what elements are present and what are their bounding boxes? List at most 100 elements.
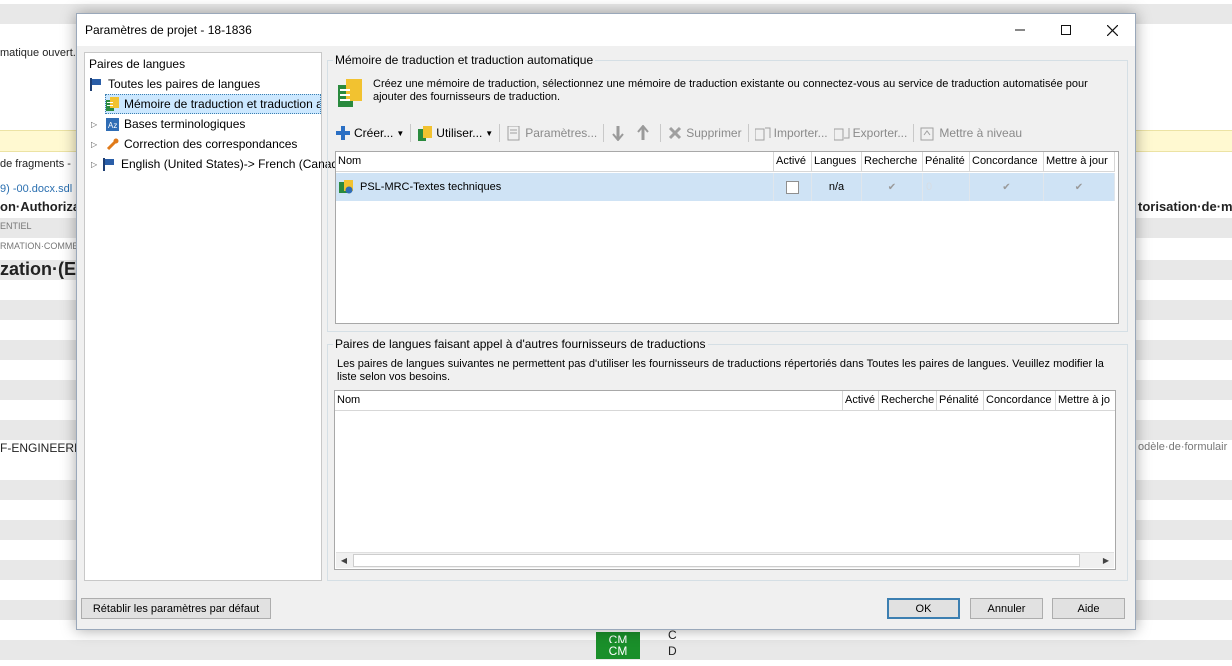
upgrade-icon	[920, 125, 936, 141]
tm-penalty-cell: 0	[923, 173, 970, 201]
column-header-concordance[interactable]: Concordance	[984, 391, 1056, 410]
tm-penalty[interactable]: 0	[926, 181, 932, 193]
project-settings-dialog: Paramètres de projet - 18-1836 Paires de…	[76, 13, 1136, 630]
bg-link[interactable]: 9) -00.docx.sdl	[0, 183, 72, 195]
delete-button[interactable]: Supprimer	[667, 125, 742, 141]
move-up-button[interactable]	[635, 125, 654, 141]
close-button[interactable]	[1089, 14, 1135, 46]
arrow-down-icon	[610, 125, 626, 141]
tm-grid-header: Nom Activé Langues Recherche Pénalité Co…	[336, 152, 1115, 172]
svg-text:Az: Az	[108, 121, 117, 130]
flag-icon	[89, 77, 103, 91]
scroll-right-icon[interactable]: ▶	[1098, 556, 1114, 565]
concordance-checkbox[interactable]: ✔	[1000, 181, 1013, 194]
use-button[interactable]: Utiliser... ▼	[417, 125, 493, 141]
lp-grid: Nom Activé Recherche Pénalité Concordanc…	[334, 390, 1116, 570]
bg-text: ENTIEL	[0, 221, 32, 231]
status-badge: CM	[596, 643, 640, 659]
flag-icon	[102, 157, 116, 171]
bg-text: D	[668, 644, 677, 658]
toolbar-separator	[747, 124, 749, 142]
translation-memory-large-icon	[338, 79, 364, 110]
toolbar-separator	[913, 124, 915, 142]
dropdown-arrow-icon[interactable]: ▼	[485, 129, 493, 138]
plus-icon	[335, 125, 351, 141]
bg-text: on·Authoriza	[0, 199, 81, 214]
lp-description: Les paires de langues suivantes ne perme…	[337, 358, 1104, 383]
ok-button[interactable]: OK	[887, 598, 960, 619]
enabled-checkbox[interactable]	[786, 180, 799, 194]
tm-lookup-cell: ✔	[862, 173, 923, 201]
create-label: Créer...	[354, 126, 394, 140]
tree-item-label: Mémoire de traduction et traduction a	[124, 97, 321, 111]
scrollbar-thumb[interactable]	[353, 554, 1080, 567]
tree-item-language-pairs[interactable]: Paires de langues	[89, 55, 185, 73]
delete-x-icon	[667, 125, 683, 141]
bg-text: matique ouvert.	[0, 47, 76, 59]
create-button[interactable]: Créer... ▼	[335, 125, 404, 141]
export-button[interactable]: Exporter...	[833, 125, 907, 141]
expand-icon[interactable]: ▷	[91, 160, 101, 169]
column-header-enabled[interactable]: Activé	[774, 152, 812, 171]
toolbar-separator	[660, 124, 662, 142]
bg-text: torisation·de·mo	[1138, 199, 1232, 214]
use-label: Utiliser...	[436, 126, 483, 140]
wrench-icon	[105, 137, 119, 151]
settings-button[interactable]: Paramètres...	[506, 125, 597, 141]
lookup-checkbox[interactable]: ✔	[886, 181, 899, 194]
import-button[interactable]: Importer...	[754, 125, 828, 141]
column-header-penalty[interactable]: Pénalité	[923, 152, 970, 171]
move-down-button[interactable]	[610, 125, 629, 141]
column-header-penalty[interactable]: Pénalité	[937, 391, 984, 410]
maximize-button[interactable]	[1043, 14, 1089, 46]
column-header-languages[interactable]: Langues	[812, 152, 862, 171]
lp-section-title: Paires de langues faisant appel à d'autr…	[333, 337, 708, 351]
column-header-enabled[interactable]: Activé	[843, 391, 879, 410]
bg-text: RMATION·COMME	[0, 241, 79, 251]
update-checkbox[interactable]: ✔	[1073, 181, 1086, 194]
column-header-name[interactable]: Nom	[335, 391, 843, 410]
termbase-icon: Az	[105, 117, 119, 131]
upgrade-button[interactable]: Mettre à niveau	[920, 125, 1022, 141]
cancel-button[interactable]: Annuler	[970, 598, 1043, 619]
file-tm-icon	[339, 180, 355, 194]
tm-description: Créez une mémoire de traduction, sélecti…	[373, 78, 1088, 103]
bg-text: de fragments -	[0, 158, 71, 170]
tm-name: PSL-MRC-Textes techniques	[360, 181, 502, 193]
close-icon	[1106, 24, 1118, 36]
import-icon	[754, 125, 771, 141]
tm-enabled-cell	[774, 173, 812, 201]
tree-item-label: Correction des correspondances	[124, 137, 298, 151]
translation-memory-icon	[417, 125, 433, 141]
scroll-left-icon[interactable]: ◀	[336, 556, 352, 565]
import-label: Importer...	[773, 126, 828, 140]
reset-defaults-button[interactable]: Rétablir les paramètres par défaut	[81, 598, 271, 619]
column-header-update[interactable]: Mettre à jo	[1056, 391, 1115, 410]
column-header-update[interactable]: Mettre à jour	[1044, 152, 1115, 171]
minimize-icon	[1015, 29, 1025, 31]
tree-item-translation-memory[interactable]: Mémoire de traduction et traduction a	[105, 94, 321, 114]
tree-item-match-repair[interactable]: ▷ Correction des correspondances	[91, 135, 297, 153]
tree-item-label: Paires de langues	[89, 57, 186, 71]
tm-name-cell: PSL-MRC-Textes techniques	[336, 173, 774, 201]
help-button[interactable]: Aide	[1052, 598, 1125, 619]
column-header-lookup[interactable]: Recherche	[862, 152, 923, 171]
expand-icon[interactable]: ▷	[91, 140, 101, 149]
tree-item-all-language-pairs[interactable]: Toutes les paires de langues	[89, 75, 260, 93]
upgrade-label: Mettre à niveau	[939, 126, 1023, 140]
horizontal-scrollbar[interactable]: ◀ ▶	[336, 552, 1114, 568]
dropdown-arrow-icon[interactable]: ▼	[396, 129, 404, 138]
minimize-button[interactable]	[997, 14, 1043, 46]
settings-tree: Paires de langues Toutes les paires de l…	[84, 52, 349, 581]
tree-item-language-pair-en-fr[interactable]: ▷ English (United States)-> French (Cana…	[91, 155, 349, 173]
expand-icon[interactable]: ▷	[91, 120, 101, 129]
tree-item-termbases[interactable]: ▷ Az Bases terminologiques	[91, 115, 245, 133]
column-header-concordance[interactable]: Concordance	[970, 152, 1044, 171]
column-header-name[interactable]: Nom	[336, 152, 774, 171]
table-row[interactable]: PSL-MRC-Textes techniques n/a ✔ 0 ✔ ✔	[336, 173, 1115, 201]
tm-languages-cell: n/a	[812, 173, 862, 201]
toolbar-separator	[499, 124, 501, 142]
dialog-title: Paramètres de projet - 18-1836	[85, 23, 252, 37]
title-bar: Paramètres de projet - 18-1836	[77, 14, 1135, 46]
column-header-lookup[interactable]: Recherche	[879, 391, 937, 410]
